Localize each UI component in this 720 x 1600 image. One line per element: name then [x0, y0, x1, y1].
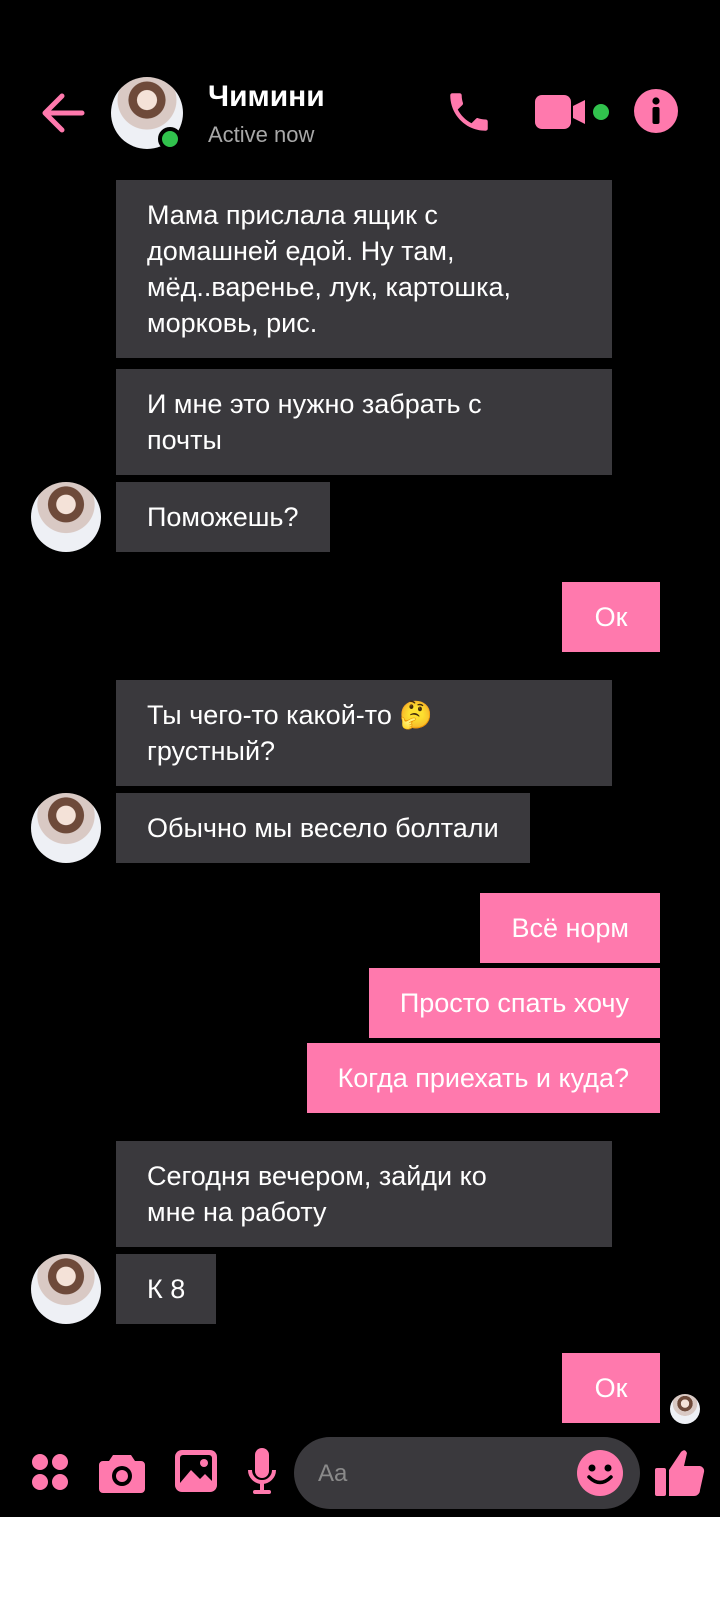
gallery-icon[interactable]	[175, 1450, 217, 1492]
sender-avatar[interactable]	[31, 793, 101, 863]
message-incoming[interactable]: Обычно мы весело болтали	[116, 793, 530, 863]
seen-receipt-avatar	[670, 1394, 700, 1424]
emoji-icon[interactable]	[576, 1449, 624, 1497]
message-outgoing[interactable]: Ок	[562, 582, 660, 652]
thumbs-up-icon[interactable]	[655, 1446, 705, 1496]
sender-avatar[interactable]	[31, 1254, 101, 1324]
apps-icon[interactable]	[30, 1452, 70, 1492]
info-icon[interactable]	[633, 88, 679, 134]
online-status-dot	[158, 127, 182, 151]
message-incoming[interactable]: Мама прислала ящик с домашней едой. Ну т…	[116, 180, 612, 358]
message-incoming[interactable]: Сегодня вечером, зайди ко мне на работу	[116, 1141, 612, 1247]
message-input-placeholder: Aa	[318, 1460, 348, 1487]
system-navigation-bar	[0, 1517, 720, 1600]
contact-name[interactable]: Чимини	[208, 80, 325, 114]
microphone-icon[interactable]	[247, 1448, 277, 1496]
message-outgoing[interactable]: Ок	[562, 1353, 660, 1423]
video-camera-icon[interactable]	[535, 92, 615, 132]
camera-icon[interactable]	[99, 1451, 145, 1493]
message-outgoing[interactable]: Просто спать хочу	[368, 968, 660, 1038]
message-incoming[interactable]: К 8	[116, 1254, 217, 1324]
message-incoming[interactable]: Ты чего-то какой-то 🤔 грустный?	[116, 680, 612, 786]
contact-status: Active now	[208, 122, 315, 147]
sender-avatar[interactable]	[31, 482, 101, 552]
message-incoming[interactable]: Поможешь?	[116, 482, 330, 552]
message-outgoing[interactable]: Всё норм	[480, 893, 660, 963]
phone-icon[interactable]	[444, 86, 494, 138]
message-incoming[interactable]: И мне это нужно забрать с почты	[116, 369, 612, 475]
message-outgoing[interactable]: Когда приехать и куда?	[306, 1043, 660, 1113]
back-arrow-icon[interactable]	[38, 88, 88, 138]
